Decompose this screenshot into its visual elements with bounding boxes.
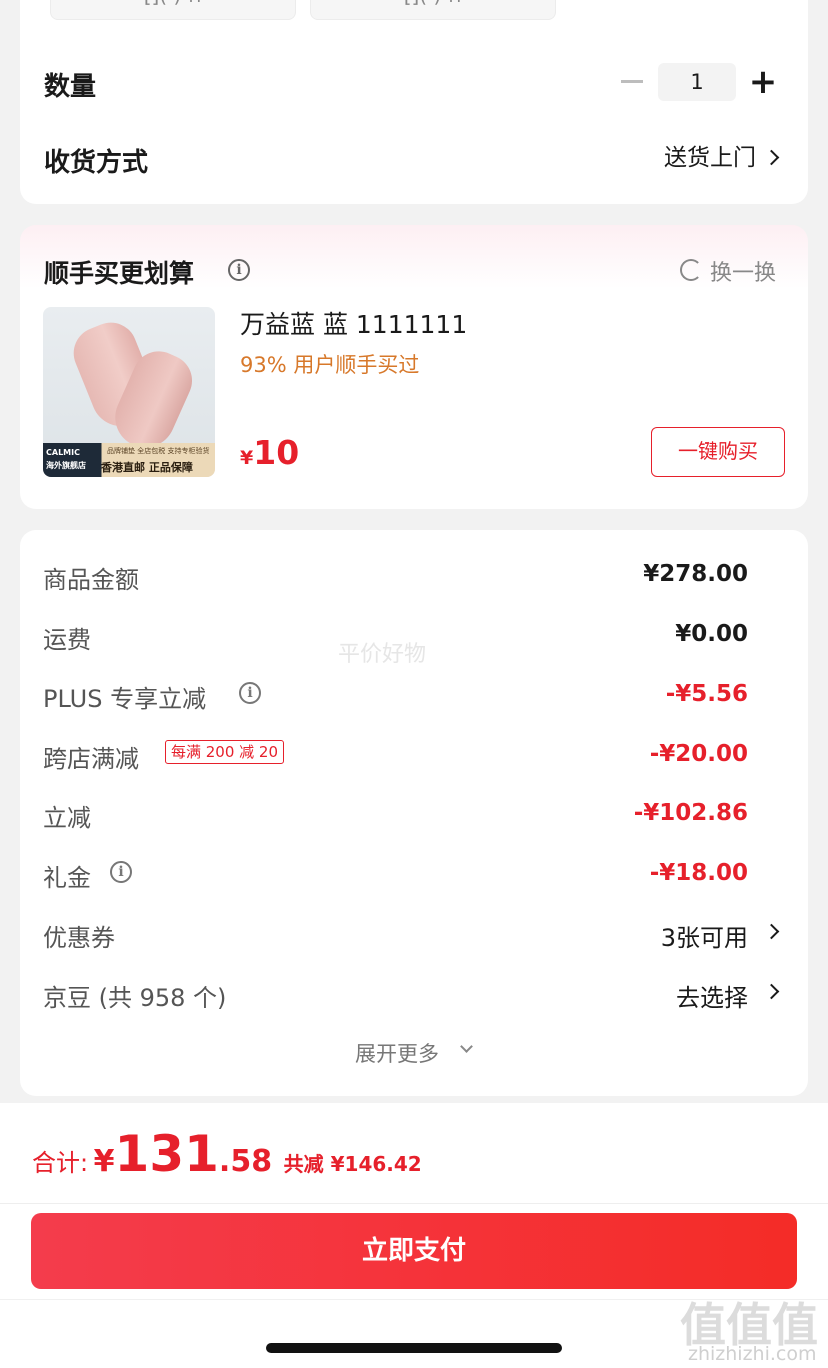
- quantity-input[interactable]: 1: [658, 63, 736, 101]
- image-banner: CALMIC 海外旗舰店 品牌铺垫 全店包税 支持专柜验货 香港直邮 正品保障: [43, 443, 215, 477]
- info-icon[interactable]: i: [239, 682, 261, 704]
- row-label: 立减: [43, 804, 91, 832]
- swap-button[interactable]: 换一换: [710, 255, 776, 287]
- info-icon[interactable]: i: [110, 861, 132, 883]
- total-integer: 131: [114, 1125, 219, 1183]
- row-value: -¥18.00: [649, 860, 748, 886]
- product-price: ¥10: [240, 433, 299, 472]
- spec-chip[interactable]: []( ) ∩: [50, 0, 296, 20]
- pay-now-button[interactable]: 立即支付: [31, 1213, 797, 1289]
- refresh-icon[interactable]: [680, 259, 702, 281]
- currency-symbol: ¥: [93, 1144, 115, 1179]
- jingdou-select[interactable]: 去选择: [676, 978, 748, 1013]
- row-value: -¥102.86: [633, 800, 748, 826]
- order-total: 合计: ¥131.58 共减 ¥146.42: [32, 1125, 422, 1183]
- add-on-recommend-card: 顺手买更划算 i 换一换 CALMIC 海外旗舰店 品牌铺垫 全店包税 支持专柜…: [20, 225, 808, 509]
- quantity-label: 数量: [44, 72, 97, 102]
- divider: [0, 1203, 828, 1204]
- section-title: 顺手买更划算: [44, 259, 195, 288]
- total-saved: 共减 ¥146.42: [283, 1152, 422, 1176]
- row-label: 跨店满减: [43, 745, 139, 773]
- row-label: 优惠券: [43, 924, 115, 952]
- spec-chip[interactable]: []( ) ∩: [310, 0, 556, 20]
- watermark-url: zhizhizhi.com: [688, 1343, 817, 1365]
- coupon-value[interactable]: 3张可用: [661, 918, 748, 953]
- price-value: 10: [253, 433, 300, 472]
- delivery-method-value[interactable]: 送货上门: [664, 138, 756, 172]
- row-label: 礼金: [43, 864, 91, 892]
- price-breakdown-card: 平价好物 商品金额 ¥278.00 运费 ¥0.00 PLUS 专享立减 i -…: [20, 530, 808, 1096]
- info-icon[interactable]: i: [228, 259, 250, 281]
- chevron-down-icon[interactable]: [460, 1040, 473, 1053]
- chevron-right-icon[interactable]: [763, 983, 780, 1000]
- row-label: 京豆 (共 958 个): [43, 984, 227, 1012]
- minus-icon[interactable]: [621, 80, 643, 83]
- delivery-label: 收货方式: [44, 148, 149, 178]
- row-value: -¥5.56: [665, 681, 748, 707]
- product-image[interactable]: CALMIC 海外旗舰店 品牌铺垫 全店包税 支持专柜验货 香港直邮 正品保障: [43, 307, 215, 477]
- brand-logo: CALMIC 海外旗舰店: [46, 448, 86, 470]
- promo-badge: 每满 200 减 20: [165, 740, 285, 764]
- product-social-proof: 93% 用户顺手买过: [240, 353, 420, 377]
- plus-icon[interactable]: +: [748, 62, 778, 102]
- currency-symbol: ¥: [240, 447, 254, 469]
- chevron-right-icon[interactable]: [763, 923, 780, 940]
- total-decimal: .58: [218, 1144, 273, 1179]
- expand-more-button[interactable]: 展开更多: [355, 1038, 439, 1068]
- one-click-buy-button[interactable]: 一键购买: [651, 427, 785, 477]
- watermark-text: 平价好物: [338, 642, 427, 667]
- order-options-card: []( ) ∩ []( ) ∩ 数量 1 + 收货方式 送货上门: [20, 0, 808, 204]
- image-tag: 香港直邮 正品保障: [101, 461, 193, 474]
- home-indicator[interactable]: [266, 1343, 562, 1353]
- chevron-right-icon[interactable]: [763, 149, 780, 166]
- row-label: PLUS 专享立减: [43, 685, 207, 713]
- row-value: ¥278.00: [643, 561, 748, 587]
- row-label: 商品金额: [43, 566, 139, 594]
- product-name[interactable]: 万益蓝 蓝 1111111: [240, 305, 467, 341]
- row-label: 运费: [43, 626, 91, 654]
- row-value: -¥20.00: [649, 741, 748, 767]
- total-label: 合计:: [32, 1149, 89, 1177]
- checkout-bar: 合计: ¥131.58 共减 ¥146.42 立即支付 值值值 zhizhizh…: [0, 1103, 828, 1368]
- image-tag: 品牌铺垫 全店包税 支持专柜验货: [107, 447, 210, 455]
- row-value: ¥0.00: [675, 621, 748, 647]
